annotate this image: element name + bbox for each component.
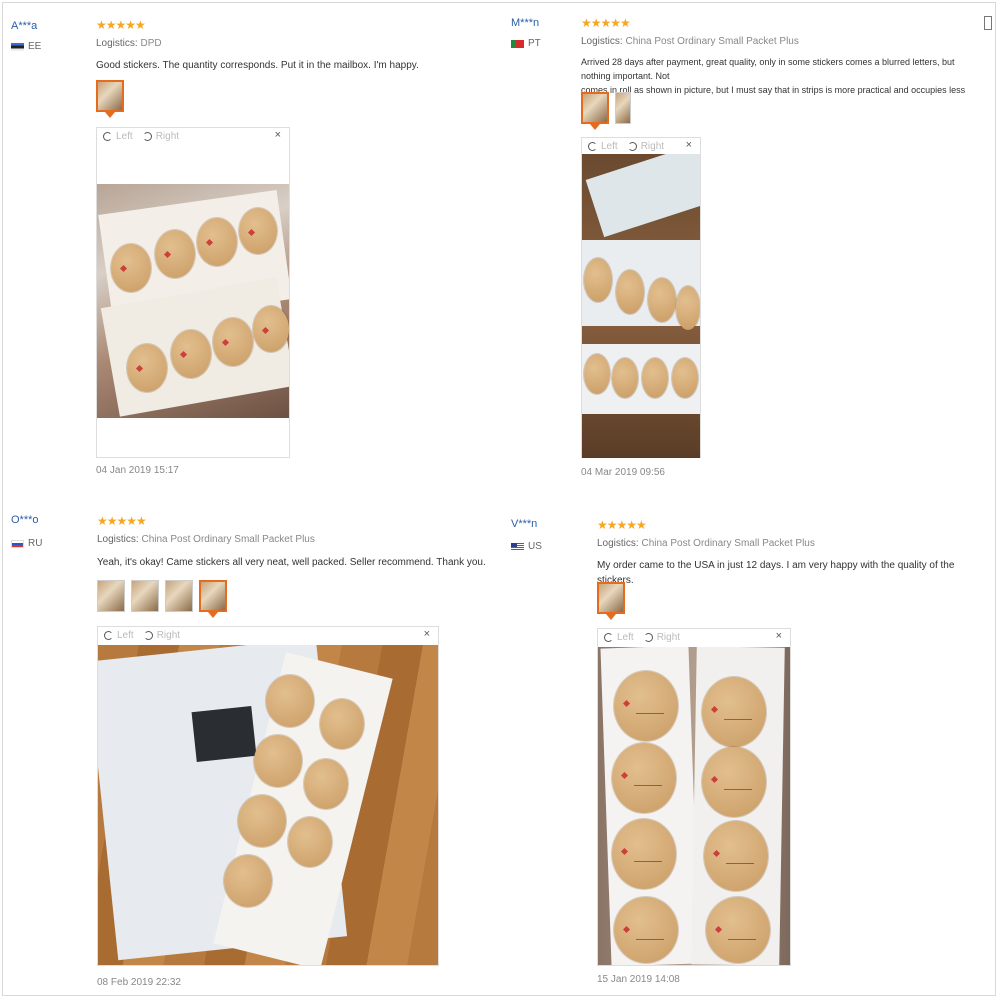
close-viewer-button[interactable]: × — [776, 630, 782, 642]
reviewer-country: US — [511, 541, 542, 552]
viewer-toolbar: Left Right — [582, 138, 700, 154]
reviewer-name[interactable]: A***a — [11, 20, 37, 32]
logistics-label: Logistics: — [96, 38, 138, 49]
review-text-line: comes in roll as shown in picture, but I… — [581, 85, 966, 109]
review-date: 08 Feb 2019 22:32 — [97, 977, 181, 988]
star-rating: ★★★★★ — [597, 518, 647, 532]
thumbnail-strip — [96, 80, 124, 118]
logistics-value: China Post Ordinary Small Packet Plus — [625, 36, 799, 47]
rotate-right-icon[interactable] — [643, 632, 653, 642]
rotate-right-button[interactable]: Right — [641, 141, 664, 152]
review-text: Good stickers. The quantity corresponds.… — [96, 60, 419, 71]
review-photo — [598, 647, 790, 965]
reviewer-name[interactable]: O***o — [11, 514, 39, 526]
image-viewer: Left Right × — [97, 626, 439, 966]
rotate-right-button[interactable]: Right — [157, 630, 180, 641]
star-rating: ★★★★★ — [581, 16, 631, 30]
logistics-info: Logistics: China Post Ordinary Small Pac… — [597, 538, 815, 549]
viewer-toolbar: Left Right — [598, 629, 790, 645]
review-text: Arrived 28 days after payment, great qua… — [581, 55, 981, 111]
rotate-right-icon[interactable] — [142, 131, 152, 141]
thumbnail-strip — [597, 582, 625, 620]
viewer-toolbar: Left Right — [98, 627, 438, 643]
review-photo — [98, 645, 438, 965]
report-icon[interactable] — [984, 16, 992, 30]
review-date: 15 Jan 2019 14:08 — [597, 974, 680, 985]
rotate-left-icon[interactable] — [103, 131, 112, 141]
reviewer-country: RU — [11, 538, 42, 549]
country-code: RU — [28, 538, 43, 549]
estonia-flag-icon — [11, 42, 24, 51]
rotate-left-icon[interactable] — [104, 630, 113, 640]
viewer-toolbar: Left Right — [97, 128, 289, 144]
reviewer-name[interactable]: M***n — [511, 17, 539, 29]
image-viewer: Left Right × — [581, 137, 701, 458]
review-thumbnail[interactable] — [131, 580, 159, 612]
country-code: PT — [528, 38, 541, 49]
rotate-right-button[interactable]: Right — [156, 131, 179, 142]
logistics-info: Logistics: China Post Ordinary Small Pac… — [97, 534, 315, 545]
logistics-label: Logistics: — [581, 36, 623, 47]
review-text: My order came to the USA in just 12 days… — [597, 560, 955, 586]
review-date: 04 Jan 2019 15:17 — [96, 465, 179, 476]
logistics-value: China Post Ordinary Small Packet Plus — [641, 538, 815, 549]
rotate-left-button[interactable]: Left — [117, 630, 134, 641]
thumbnail-strip — [97, 580, 227, 618]
review-thumbnail[interactable] — [96, 80, 124, 118]
logistics-label: Logistics: — [597, 538, 639, 549]
rotate-left-icon[interactable] — [604, 632, 613, 642]
review-thumbnail[interactable] — [165, 580, 193, 612]
rotate-left-button[interactable]: Left — [617, 632, 634, 643]
logistics-info: Logistics: DPD — [96, 38, 162, 49]
rotate-left-button[interactable]: Left — [116, 131, 133, 142]
reviewer-country: EE — [11, 41, 41, 52]
review-thumbnail[interactable] — [615, 92, 631, 124]
review-thumbnail[interactable] — [581, 92, 609, 130]
review-date: 04 Mar 2019 09:56 — [581, 467, 665, 478]
thumbnail-strip — [581, 92, 631, 130]
star-rating: ★★★★★ — [97, 514, 147, 528]
star-rating: ★★★★★ — [96, 18, 146, 32]
reviewer-country: PT — [511, 38, 541, 49]
close-viewer-button[interactable]: × — [424, 628, 430, 640]
logistics-label: Logistics: — [97, 534, 139, 545]
rotate-right-button[interactable]: Right — [657, 632, 680, 643]
country-code: US — [528, 541, 542, 552]
close-viewer-button[interactable]: × — [686, 139, 692, 151]
review-thumbnail[interactable] — [97, 580, 125, 612]
rotate-left-button[interactable]: Left — [601, 141, 618, 152]
country-code: EE — [28, 41, 42, 52]
usa-flag-icon — [511, 542, 524, 551]
image-viewer: Left Right × — [597, 628, 791, 966]
review-thumbnail[interactable] — [597, 582, 625, 620]
logistics-value: China Post Ordinary Small Packet Plus — [141, 534, 315, 545]
rotate-left-icon[interactable] — [588, 141, 597, 151]
review-photo — [582, 154, 700, 458]
close-viewer-button[interactable]: × — [275, 129, 281, 141]
reviewer-name[interactable]: V***n — [511, 518, 537, 530]
image-viewer: Left Right × — [96, 127, 290, 458]
logistics-value: DPD — [140, 38, 162, 49]
logistics-info: Logistics: China Post Ordinary Small Pac… — [581, 36, 799, 47]
review-text-line: Arrived 28 days after payment, great qua… — [581, 57, 955, 81]
review-text: Yeah, it's okay! Came stickers all very … — [97, 557, 486, 568]
review-thumbnail[interactable] — [199, 580, 227, 618]
russia-flag-icon — [11, 539, 24, 548]
rotate-right-icon[interactable] — [627, 141, 637, 151]
review-photo — [97, 184, 289, 418]
rotate-right-icon[interactable] — [143, 630, 153, 640]
portugal-flag-icon — [511, 39, 524, 48]
